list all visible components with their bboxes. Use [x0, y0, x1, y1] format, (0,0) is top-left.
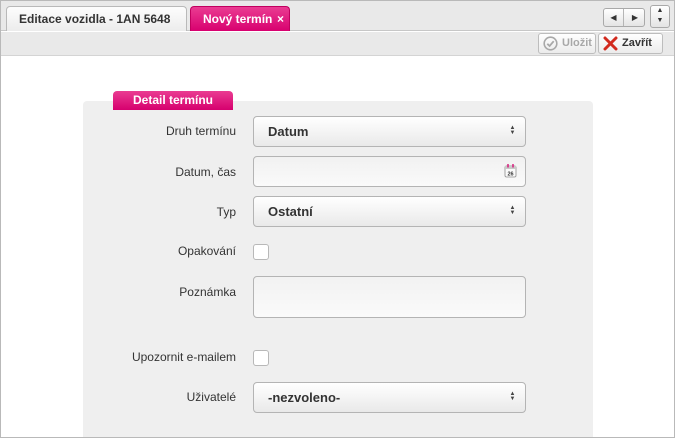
app-window: Editace vozidla - 1AN 5648 Nový termín ×…: [0, 0, 675, 438]
type-value: Ostatní: [268, 204, 313, 219]
arrow-left-icon: ◀: [610, 13, 617, 22]
tab-new-term[interactable]: Nový termín ×: [190, 6, 290, 31]
term-type-select[interactable]: Datum ▲ ▼: [253, 116, 526, 147]
tab-scroll-control[interactable]: ▲ ▼: [650, 5, 670, 28]
email-notify-checkbox[interactable]: [253, 350, 269, 366]
datetime-input[interactable]: 26: [253, 156, 526, 187]
tab-new-term-label: Nový termín: [203, 12, 273, 26]
save-button[interactable]: Uložit: [538, 33, 596, 54]
type-label: Typ: [216, 205, 236, 219]
save-button-label: Uložit: [562, 37, 592, 49]
select-arrows-icon: ▲ ▼: [509, 205, 516, 216]
calendar-icon[interactable]: 26: [504, 163, 517, 178]
toolbar: Uložit Zavřít: [1, 32, 674, 56]
select-arrows-icon: ▲ ▼: [509, 125, 516, 136]
main-content: Detail termínu Druh termínu Datum ▲ ▼ Dat…: [1, 57, 674, 437]
users-value: -nezvoleno-: [268, 390, 341, 405]
arrow-down-icon[interactable]: ▼: [651, 17, 669, 24]
tab-vehicle-edit[interactable]: Editace vozidla - 1AN 5648: [6, 6, 187, 31]
close-button[interactable]: Zavřít: [598, 33, 663, 54]
datetime-label: Datum, čas: [175, 165, 236, 179]
tab-close-icon[interactable]: ×: [277, 7, 284, 31]
check-circle-icon: [543, 36, 558, 51]
repeat-label: Opakování: [177, 244, 236, 258]
tab-navigation: ◀ ▶: [603, 8, 645, 27]
close-x-icon: [603, 36, 618, 51]
repeat-checkbox[interactable]: [253, 244, 269, 260]
arrow-right-icon: ▶: [631, 13, 639, 22]
note-label: Poznámka: [179, 285, 236, 299]
tab-vehicle-edit-label: Editace vozidla - 1AN 5648: [19, 12, 171, 26]
term-type-label: Druh termínu: [165, 124, 236, 138]
email-notify-label: Upozornit e-mailem: [131, 350, 236, 364]
select-arrows-icon: ▲ ▼: [509, 391, 516, 402]
users-label: Uživatelé: [186, 390, 236, 404]
section-title: Detail termínu: [113, 91, 233, 110]
calendar-day: 26: [507, 172, 513, 178]
note-textarea[interactable]: [253, 276, 526, 318]
close-button-label: Zavřít: [622, 37, 652, 49]
arrow-up-icon[interactable]: ▲: [651, 7, 669, 14]
tab-next-button[interactable]: ▶: [625, 9, 645, 26]
type-select[interactable]: Ostatní ▲ ▼: [253, 196, 526, 227]
tab-prev-button[interactable]: ◀: [604, 9, 624, 26]
term-type-value: Datum: [268, 124, 309, 139]
tab-bar: Editace vozidla - 1AN 5648 Nový termín ×…: [1, 1, 674, 31]
users-select[interactable]: -nezvoleno- ▲ ▼: [253, 382, 526, 413]
